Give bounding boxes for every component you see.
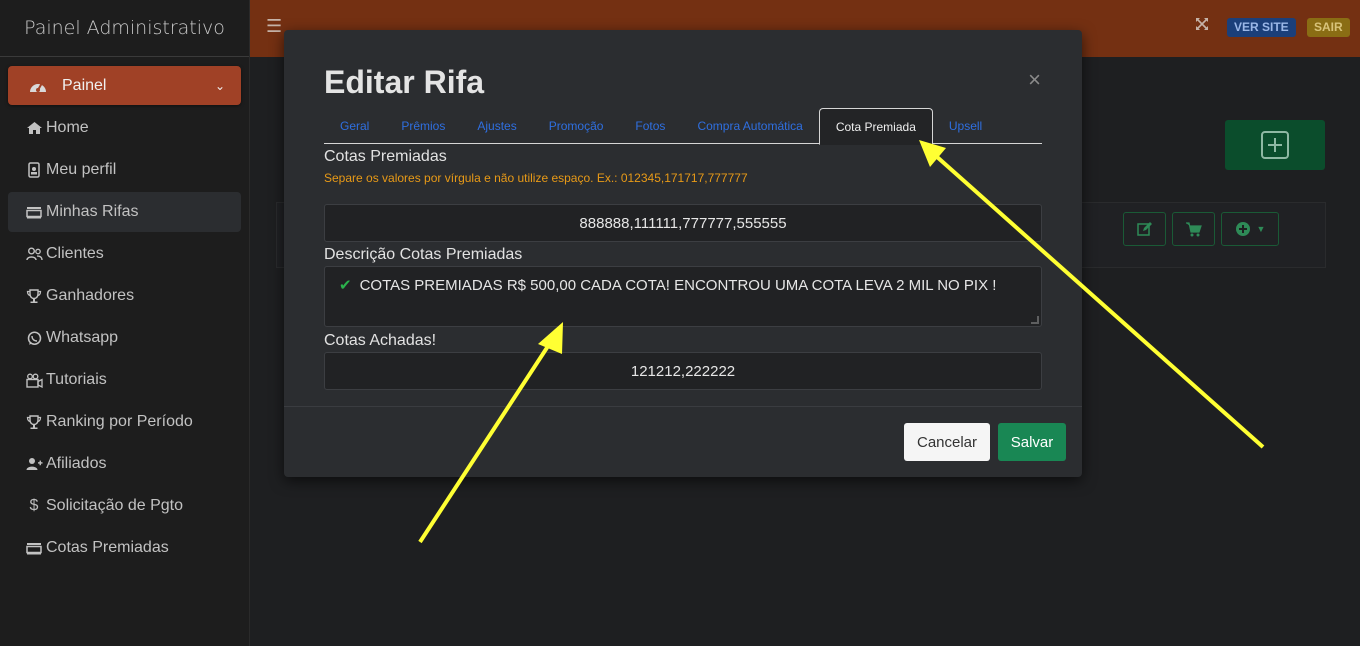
sidebar-item-solicitacao-pgto[interactable]: $ Solicitação de Pgto [8, 486, 241, 526]
sidebar-item-afiliados[interactable]: Afiliados [8, 444, 241, 484]
trophy-icon [24, 288, 44, 304]
descricao-label: Descrição Cotas Premiadas [324, 246, 523, 263]
user-plus-icon [24, 457, 44, 471]
modal-title: Editar Rifa [324, 64, 485, 100]
plus-square-icon [1261, 131, 1289, 159]
close-icon[interactable]: × [1028, 67, 1041, 93]
modal-tabs: Geral Prêmios Ajustes Promoção Fotos Com… [324, 108, 1042, 145]
sair-button[interactable]: SAIR [1307, 18, 1350, 37]
sidebar-item-label: Minhas Rifas [46, 203, 139, 220]
plus-circle-icon [1235, 222, 1250, 236]
resize-handle[interactable] [1031, 316, 1039, 324]
sidebar-nav: Painel ⌄ Home Meu perfil Minhas Rifas Cl… [0, 57, 249, 579]
ver-site-button[interactable]: VER SITE [1227, 18, 1296, 37]
sidebar-item-label: Ganhadores [46, 287, 135, 304]
sidebar-item-label: Painel [62, 76, 107, 94]
sidebar-item-tutoriais[interactable]: Tutoriais [8, 360, 241, 400]
modal-footer-divider [284, 406, 1082, 407]
sidebar-item-clientes[interactable]: Clientes [8, 234, 241, 274]
check-icon: ✔ [339, 277, 352, 294]
sidebar-item-whatsapp[interactable]: Whatsapp [8, 318, 241, 358]
id-badge-icon [24, 162, 44, 178]
sidebar-item-label: Home [46, 119, 89, 136]
tab-cota-premiada[interactable]: Cota Premiada [818, 108, 933, 145]
sidebar: Painel Administrativo Painel ⌄ Home Meu … [0, 0, 250, 646]
sidebar-item-label: Clientes [46, 245, 104, 262]
tab-geral[interactable]: Geral [324, 108, 385, 144]
sidebar-item-ranking[interactable]: Ranking por Período [8, 402, 241, 442]
cancel-button[interactable]: Cancelar [904, 423, 990, 461]
sidebar-item-label: Tutoriais [46, 371, 107, 388]
dollar-icon: $ [29, 497, 39, 514]
sidebar-item-label: Afiliados [46, 455, 107, 472]
add-rifa-button[interactable] [1225, 120, 1325, 170]
tab-fotos[interactable]: Fotos [619, 108, 681, 144]
descricao-textarea[interactable]: ✔ COTAS PREMIADAS R$ 500,00 CADA COTA! EN… [324, 266, 1042, 327]
descricao-text: COTAS PREMIADAS R$ 500,00 CADA COTA! ENC… [359, 277, 997, 294]
edit-rifa-modal: Editar Rifa × Geral Prêmios Ajustes Prom… [284, 30, 1082, 477]
sidebar-item-home[interactable]: Home [8, 108, 241, 148]
cotas-hint: Separe os valores por vírgula e não util… [324, 171, 748, 185]
cart-icon [1186, 221, 1202, 236]
more-actions-button[interactable]: ▼ [1221, 212, 1279, 246]
cotas-achadas-label: Cotas Achadas! [324, 332, 437, 349]
cotas-achadas-input[interactable]: 121212,222222 [324, 352, 1042, 390]
sidebar-item-cotas-premiadas[interactable]: Cotas Premiadas [8, 528, 241, 568]
cotas-premiadas-input[interactable]: 888888,111111,777777,555555 [324, 204, 1042, 242]
chevron-down-icon: ⌄ [214, 78, 225, 93]
cotas-premiadas-label: Cotas Premiadas [324, 148, 447, 165]
sidebar-item-label: Solicitação de Pgto [46, 497, 183, 514]
gauge-icon [26, 78, 50, 94]
sidebar-item-label: Ranking por Período [46, 413, 193, 430]
fullscreen-icon[interactable] [1195, 17, 1209, 36]
tab-premios[interactable]: Prêmios [385, 108, 461, 144]
users-icon [24, 247, 44, 261]
tab-ajustes[interactable]: Ajustes [461, 108, 532, 144]
ticket-icon [24, 206, 44, 219]
row-actions: ▼ [1123, 212, 1279, 246]
sidebar-item-label: Cotas Premiadas [46, 539, 169, 556]
edit-button[interactable] [1123, 212, 1166, 246]
tab-upsell[interactable]: Upsell [933, 108, 998, 144]
video-icon [24, 373, 44, 388]
sidebar-item-label: Meu perfil [46, 161, 117, 178]
brand-title: Painel Administrativo [0, 0, 249, 57]
trophy-icon [24, 414, 44, 430]
ticket-icon [24, 542, 44, 555]
cart-button[interactable] [1172, 212, 1215, 246]
sidebar-item-label: Whatsapp [46, 329, 119, 346]
sidebar-item-meu-perfil[interactable]: Meu perfil [8, 150, 241, 190]
caret-down-icon: ▼ [1256, 224, 1266, 234]
tab-compra-automatica[interactable]: Compra Automática [681, 108, 818, 144]
sidebar-item-ganhadores[interactable]: Ganhadores [8, 276, 241, 316]
menu-icon[interactable]: ☰ [266, 16, 282, 37]
home-icon [24, 121, 44, 135]
sidebar-item-painel[interactable]: Painel ⌄ [8, 66, 241, 105]
whatsapp-icon [24, 330, 44, 346]
tab-promocao[interactable]: Promoção [533, 108, 620, 144]
edit-icon [1136, 222, 1152, 236]
save-button[interactable]: Salvar [998, 423, 1066, 461]
sidebar-item-minhas-rifas[interactable]: Minhas Rifas [8, 192, 241, 232]
